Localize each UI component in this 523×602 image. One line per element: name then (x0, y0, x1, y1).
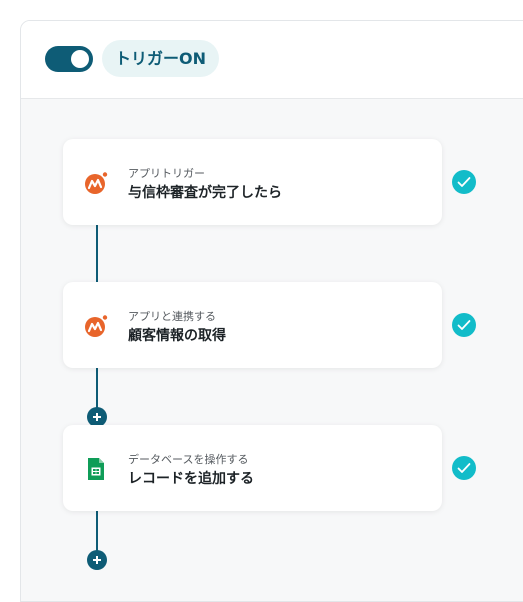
google-sheets-icon (84, 457, 108, 481)
check-icon (452, 456, 476, 480)
step-title: 与信枠審査が完了したら (128, 185, 282, 201)
money-forward-icon (84, 314, 108, 338)
add-step-button[interactable] (87, 550, 107, 570)
step-caption: アプリトリガー (128, 167, 205, 180)
toggle-knob (71, 50, 89, 68)
step-title: 顧客情報の取得 (128, 328, 226, 344)
flow-step-card[interactable]: アプリと連携する 顧客情報の取得 (63, 282, 442, 368)
flow-step-card[interactable]: データベースを操作する レコードを追加する (63, 425, 442, 511)
connector-line (96, 225, 98, 285)
flow-step-card[interactable]: アプリトリガー 与信枠審査が完了したら (63, 139, 442, 225)
flow-canvas: アプリトリガー 与信枠審査が完了したら アプリと連携する 顧客情報の取得 データ… (21, 99, 523, 601)
step-title: レコードを追加する (128, 471, 254, 487)
check-icon (452, 313, 476, 337)
check-icon (452, 170, 476, 194)
trigger-status-label: トリガーON (102, 40, 219, 77)
step-caption: アプリと連携する (128, 310, 216, 323)
trigger-toggle[interactable] (45, 46, 93, 72)
add-step-button[interactable] (87, 407, 107, 427)
flow-editor-panel: トリガーON アプリトリガー 与信枠審査が完了したら アプリと連携する 顧客情報… (20, 20, 523, 602)
flow-header: トリガーON (21, 21, 523, 99)
money-forward-icon (84, 171, 108, 195)
step-caption: データベースを操作する (128, 453, 249, 466)
